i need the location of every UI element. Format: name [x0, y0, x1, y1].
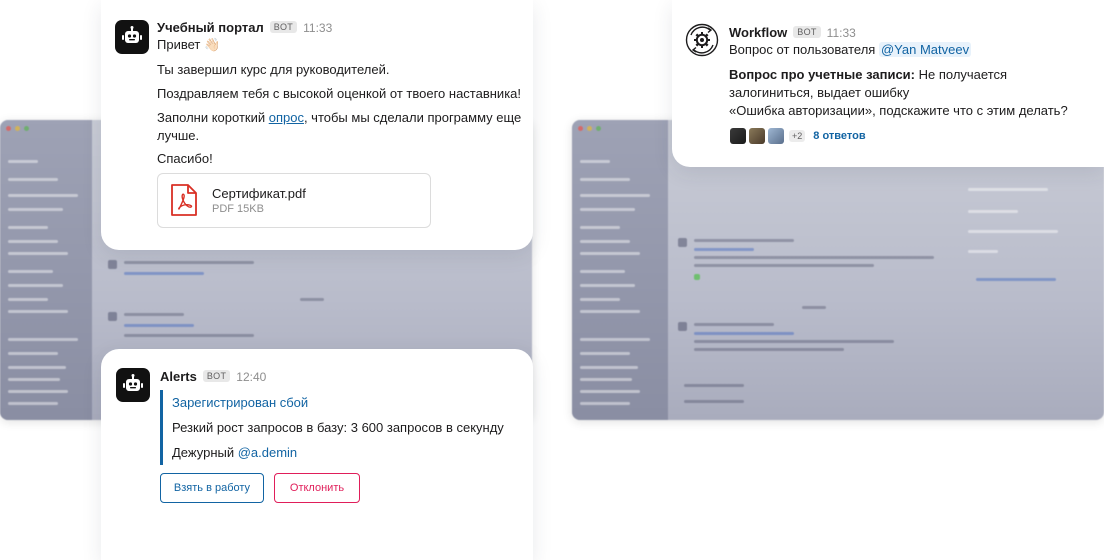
robot-icon: [123, 374, 143, 391]
duty-label: Дежурный: [172, 445, 238, 460]
greeting-text: Привет 👋🏻: [157, 37, 221, 52]
alert-detail: Резкий рост запросов в базу: 3 600 запро…: [172, 420, 504, 435]
window-controls: [6, 126, 29, 131]
workflow-message-card: Workflow BOT 11:33 Вопрос от пользователя …: [672, 0, 1104, 167]
alerts-message-card: Alerts BOT 12:40 Зарегистрирован сбой Резк…: [101, 349, 533, 560]
file-meta: PDF 15KB: [212, 203, 264, 215]
workflow-gear-icon[interactable]: [685, 23, 719, 57]
robot-icon: [122, 26, 142, 43]
survey-link[interactable]: опрос: [269, 110, 304, 125]
survey-text-before: Заполни короткий: [157, 110, 269, 125]
timestamp[interactable]: 11:33: [827, 26, 856, 40]
sender-name[interactable]: Учебный портал: [157, 20, 264, 35]
timestamp[interactable]: 11:33: [303, 21, 332, 35]
question-subject: Вопрос про учетные записи:: [729, 67, 915, 82]
alert-duty: Дежурный @a.demin: [172, 440, 504, 465]
bot-badge: BOT: [202, 370, 231, 382]
timestamp[interactable]: 12:40: [236, 370, 266, 384]
course-complete-text: Ты завершил курс для руководителей.: [157, 62, 390, 77]
bot-avatar[interactable]: [115, 20, 149, 54]
duty-mention[interactable]: @a.demin: [238, 445, 297, 460]
accept-button[interactable]: Взять в работу: [160, 473, 264, 503]
question-text-2: «Ошибка авторизации», подскажите что с э…: [729, 103, 1068, 118]
bot-badge: BOT: [793, 26, 821, 38]
avatar: [768, 128, 784, 144]
message-header: Alerts BOT 12:40: [160, 368, 266, 386]
question-prefix: Вопрос от пользователя: [729, 42, 879, 57]
avatar: [749, 128, 765, 144]
bot-avatar[interactable]: [116, 368, 150, 402]
alert-title[interactable]: Зарегистрирован сбой: [172, 390, 504, 415]
sender-name[interactable]: Alerts: [160, 369, 197, 384]
bot-badge: BOT: [269, 21, 298, 33]
file-attachment[interactable]: Сертификат.pdf PDF 15KB: [157, 173, 431, 228]
avatar: [730, 128, 746, 144]
alert-attachment: Зарегистрирован сбой Резкий рост запросо…: [160, 390, 504, 465]
decline-button[interactable]: Отклонить: [274, 473, 360, 503]
sender-name[interactable]: Workflow: [729, 25, 787, 40]
more-participants-badge: +2: [789, 130, 806, 142]
file-name[interactable]: Сертификат.pdf: [212, 186, 306, 201]
thanks-text: Спасибо!: [157, 151, 213, 166]
question-from-user: Вопрос от пользователя @Yan Matveev: [729, 41, 972, 59]
user-mention[interactable]: @Yan Matveev: [878, 42, 972, 57]
window-controls: [578, 126, 601, 131]
congratulation-text: Поздравляем тебя с высокой оценкой от тв…: [157, 86, 522, 101]
message-header: Workflow BOT 11:33: [729, 24, 856, 42]
thread-replies[interactable]: +2 8 ответов: [730, 128, 866, 144]
replies-link[interactable]: 8 ответов: [813, 130, 865, 142]
message-header: Учебный портал BOT 11:33: [157, 19, 332, 37]
pdf-icon: [171, 184, 197, 216]
question-body: Вопрос про учетные записи: Не получается…: [729, 66, 1094, 120]
survey-text: Заполни короткий опрос, чтобы мы сделали…: [157, 109, 529, 145]
learning-portal-message-card: Учебный портал BOT 11:33 Привет 👋🏻 Ты заве…: [101, 0, 533, 250]
